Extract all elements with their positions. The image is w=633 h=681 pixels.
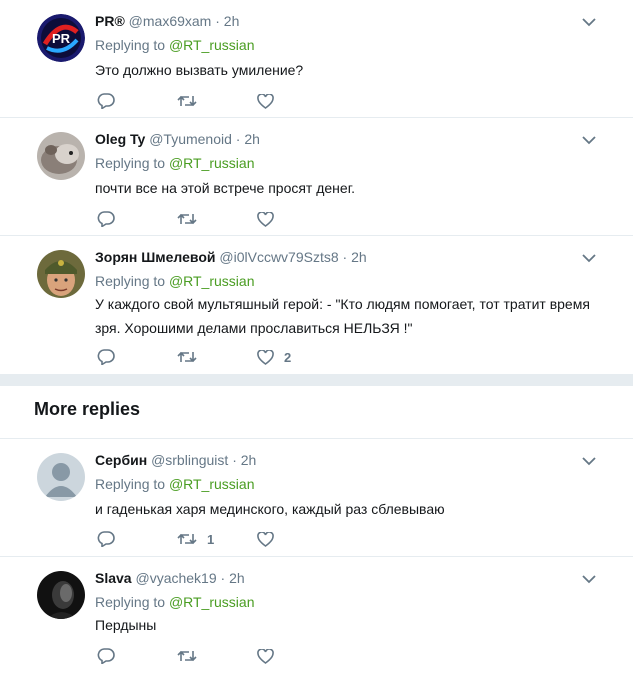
reply-tweet[interactable]: PR PR® @max69xam · 2h Replying to @RT_ru… [0, 0, 633, 118]
reply-button[interactable] [97, 93, 115, 109]
replying-to: Replying to @RT_russian [95, 475, 254, 493]
reply-tweet[interactable]: Зорян Шмелевой @i0lVccwv79Szts8 · 2h Rep… [0, 236, 633, 374]
display-name[interactable]: Oleg Ty [95, 131, 145, 147]
svg-text:PR: PR [52, 31, 71, 46]
reply-icon [97, 648, 115, 664]
like-icon [257, 211, 274, 227]
replying-label: Replying to [95, 594, 166, 610]
timestamp[interactable]: 2h [244, 131, 260, 147]
timestamp[interactable]: 2h [351, 249, 367, 265]
reply-tweet[interactable]: Сербин @srblinguist · 2h Replying to @RT… [0, 439, 633, 557]
like-count: 2 [284, 349, 292, 365]
separator-dot: · [342, 249, 348, 265]
like-icon [257, 349, 274, 365]
mention-link[interactable]: @RT_russian [169, 594, 255, 610]
user-handle[interactable]: @max69xam [129, 13, 212, 29]
avatar[interactable] [37, 132, 85, 180]
mention-link[interactable]: @RT_russian [169, 476, 255, 492]
tweet-header: Oleg Ty @Tyumenoid · 2h [95, 130, 260, 148]
timestamp[interactable]: 2h [224, 13, 240, 29]
reply-icon [97, 211, 115, 227]
mention-link[interactable]: @RT_russian [169, 155, 255, 171]
tweet-text: и гаденькая харя мединского, каждый раз … [95, 501, 445, 517]
tweet-text: Это должно вызвать умиление? [95, 62, 304, 78]
like-button[interactable]: 2 [257, 349, 292, 365]
tweet-header: PR® @max69xam · 2h [95, 12, 239, 30]
retweet-button[interactable] [177, 649, 207, 663]
tweet-text: У каждого свой мультяшный герой: - "Кто … [95, 296, 590, 336]
like-button[interactable] [257, 211, 284, 227]
mention-link[interactable]: @RT_russian [169, 37, 255, 53]
timestamp[interactable]: 2h [241, 452, 257, 468]
replying-label: Replying to [95, 273, 166, 289]
avatar[interactable]: PR [37, 14, 85, 62]
chevron-down-icon[interactable] [582, 14, 596, 27]
user-handle[interactable]: @Tyumenoid [149, 131, 232, 147]
replying-label: Replying to [95, 476, 166, 492]
separator-dot: · [232, 452, 237, 468]
retweet-button[interactable] [177, 94, 207, 108]
retweet-icon [177, 649, 197, 663]
section-divider [0, 374, 633, 386]
reply-button[interactable] [97, 531, 115, 547]
retweet-icon [177, 532, 197, 546]
reply-icon [97, 531, 115, 547]
display-name[interactable]: PR® [95, 13, 125, 29]
section-title: More replies [34, 399, 141, 419]
display-name[interactable]: Сербин [95, 452, 147, 468]
retweet-button[interactable]: 1 [177, 532, 214, 547]
tweet-header: Slava @vyachek19 · 2h [95, 569, 245, 587]
retweet-icon [177, 350, 197, 364]
chevron-down-icon[interactable] [582, 132, 596, 145]
display-name[interactable]: Зорян Шмелевой [95, 249, 216, 265]
avatar[interactable] [37, 453, 85, 501]
tweet-text: почти все на этой встрече просят денег. [95, 180, 355, 196]
like-icon [257, 648, 274, 664]
user-handle[interactable]: @i0lVccwv79Szts8 [219, 249, 338, 265]
like-button[interactable] [257, 648, 284, 664]
reply-button[interactable] [97, 648, 115, 664]
tweet-header: Сербин @srblinguist · 2h [95, 451, 256, 469]
timestamp[interactable]: 2h [229, 570, 245, 586]
replying-to: Replying to @RT_russian [95, 272, 254, 290]
retweet-button[interactable] [177, 212, 207, 226]
separator-dot: · [220, 570, 226, 586]
retweet-icon [177, 212, 197, 226]
reply-icon [97, 349, 115, 365]
display-name[interactable]: Slava [95, 570, 132, 586]
retweet-icon [177, 94, 197, 108]
replying-label: Replying to [95, 155, 166, 171]
reply-button[interactable] [97, 349, 115, 365]
tweet-text: Пердыны [95, 617, 157, 633]
user-handle[interactable]: @srblinguist [151, 452, 228, 468]
reply-tweet[interactable]: Slava @vyachek19 · 2h Replying to @RT_ru… [0, 557, 633, 679]
replying-to: Replying to @RT_russian [95, 36, 254, 54]
reply-icon [97, 93, 115, 109]
like-icon [257, 93, 274, 109]
retweet-button[interactable] [177, 350, 207, 364]
replying-to: Replying to @RT_russian [95, 593, 254, 611]
reply-button[interactable] [97, 211, 115, 227]
user-handle[interactable]: @vyachek19 [135, 570, 216, 586]
avatar[interactable] [37, 250, 85, 298]
like-button[interactable] [257, 93, 284, 109]
chevron-down-icon[interactable] [582, 571, 596, 584]
chevron-down-icon[interactable] [582, 250, 596, 263]
chevron-down-icon[interactable] [582, 453, 596, 466]
replying-label: Replying to [95, 37, 166, 53]
replying-to: Replying to @RT_russian [95, 154, 254, 172]
separator-dot: · [235, 131, 241, 147]
mention-link[interactable]: @RT_russian [169, 273, 255, 289]
like-button[interactable] [257, 531, 284, 547]
reply-tweet[interactable]: Oleg Ty @Tyumenoid · 2h Replying to @RT_… [0, 118, 633, 236]
separator-dot: · [215, 13, 220, 29]
more-replies-header: More replies [0, 386, 633, 439]
avatar[interactable] [37, 571, 85, 619]
like-icon [257, 531, 274, 547]
retweet-count: 1 [207, 531, 215, 547]
tweet-header: Зорян Шмелевой @i0lVccwv79Szts8 · 2h [95, 248, 367, 266]
